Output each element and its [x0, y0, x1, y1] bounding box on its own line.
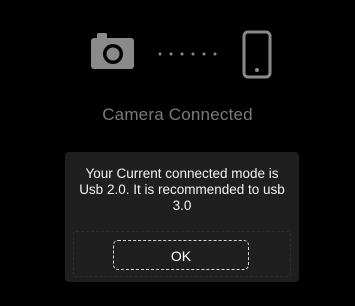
- ok-button[interactable]: OK: [113, 240, 249, 270]
- dialog-message: Your Current connected mode is Usb 2.0. …: [79, 166, 285, 213]
- camera-icon: [91, 33, 134, 69]
- camera-connection-screen: Camera Connected Your Current connected …: [0, 0, 355, 306]
- connection-graphic: [91, 30, 272, 79]
- dotted-link-icon: [158, 52, 217, 56]
- connection-status-label: Camera Connected: [102, 105, 253, 124]
- usb-mode-dialog: Your Current connected mode is Usb 2.0. …: [65, 152, 299, 282]
- phone-icon: [242, 30, 272, 79]
